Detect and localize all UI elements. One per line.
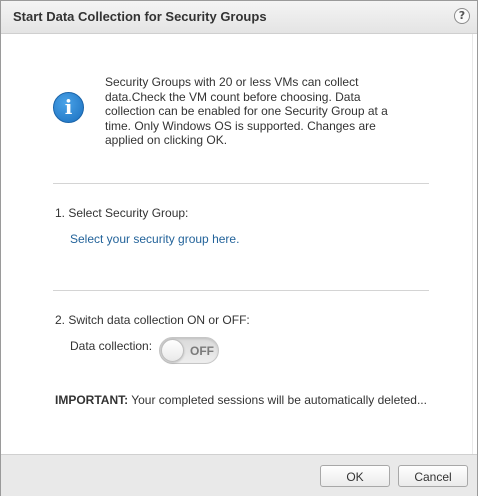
toggle-knob[interactable]	[161, 339, 184, 362]
data-collection-label: Data collection:	[70, 339, 153, 353]
start-data-collection-dialog: Start Data Collection for Security Group…	[0, 0, 478, 496]
scrollbar[interactable]	[472, 34, 477, 454]
cancel-button[interactable]: Cancel	[398, 465, 468, 487]
toggle-state-text: OFF	[190, 344, 214, 358]
data-collection-toggle[interactable]: OFF	[159, 337, 219, 364]
step2-label: 2. Switch data collection ON or OFF:	[55, 313, 250, 327]
important-text: Your completed sessions will be automati…	[128, 393, 427, 407]
help-icon[interactable]: ?	[454, 8, 470, 24]
step1-label: 1. Select Security Group:	[55, 206, 189, 220]
select-security-group-link[interactable]: Select your security group here.	[70, 232, 239, 246]
important-note: IMPORTANT: Your completed sessions will …	[55, 393, 455, 407]
info-icon: i	[53, 92, 84, 123]
info-message: Security Groups with 20 or less VMs can …	[105, 75, 388, 147]
dialog-title: Start Data Collection for Security Group…	[13, 9, 267, 24]
dialog-titlebar: Start Data Collection for Security Group…	[1, 1, 477, 34]
dialog-footer: OK Cancel	[1, 454, 477, 496]
ok-button[interactable]: OK	[320, 465, 390, 487]
important-prefix: IMPORTANT:	[55, 393, 129, 407]
divider	[53, 290, 429, 291]
divider	[53, 183, 429, 184]
